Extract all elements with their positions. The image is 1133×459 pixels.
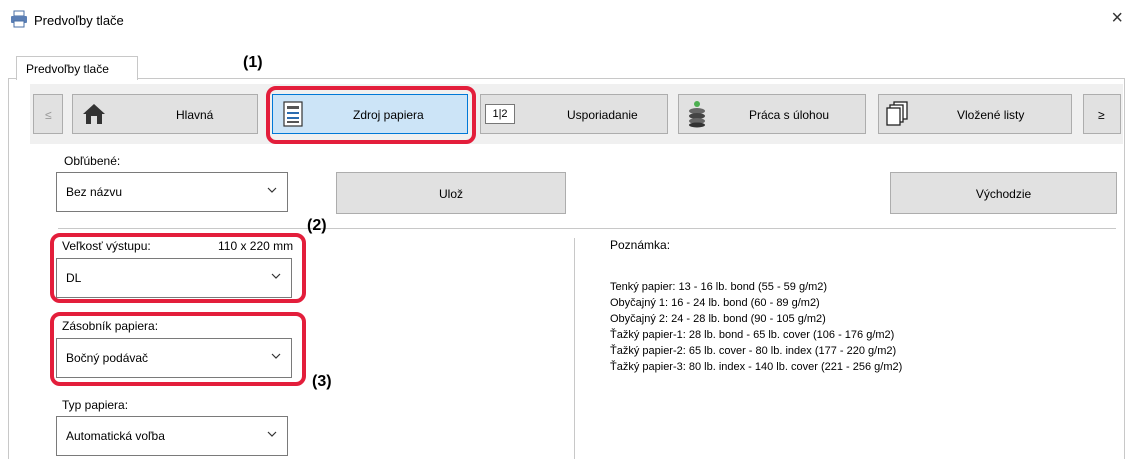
- nav-next-button[interactable]: ≥: [1083, 94, 1121, 134]
- close-button[interactable]: ×: [1111, 8, 1123, 28]
- vertical-divider: [574, 238, 575, 459]
- note-line: Obyčajný 1: 16 - 24 lb. bond (60 - 89 g/…: [610, 297, 820, 309]
- tab-label: Predvoľby tlače: [26, 62, 109, 76]
- chevron-down-icon: [267, 187, 277, 193]
- callout-number-3: (3): [312, 373, 332, 390]
- note-line: Obyčajný 2: 24 - 28 lb. bond (90 - 105 g…: [610, 313, 826, 325]
- title-bar: [0, 0, 1133, 40]
- favorites-select[interactable]: Bez názvu: [56, 172, 288, 212]
- section-divider: [58, 228, 1116, 229]
- nav-button-layout[interactable]: 1|2 Usporiadanie: [480, 94, 668, 134]
- window-title: Predvoľby tlače: [34, 13, 124, 28]
- note-line: Ťažký papier-3: 80 lb. index - 140 lb. c…: [610, 361, 903, 373]
- note-line: Ťažký papier-1: 28 lb. bond - 65 lb. cov…: [610, 329, 895, 341]
- paper-type-label: Typ papiera:: [62, 398, 129, 412]
- callout-frame-1: [266, 86, 476, 144]
- nav-button-job-handling[interactable]: Práca s úlohou: [678, 94, 866, 134]
- callout-frame-3: [50, 312, 306, 386]
- favorites-label: Obľúbené:: [64, 154, 121, 168]
- nav-button-main[interactable]: Hlavná: [72, 94, 258, 134]
- callout-frame-2: [50, 233, 306, 303]
- nav-button-inserted-sheets[interactable]: Vložené listy: [878, 94, 1072, 134]
- printer-icon: [11, 10, 27, 28]
- callout-number-2: (2): [307, 217, 327, 234]
- layout-icon: 1|2: [485, 104, 515, 124]
- tab-print-preferences[interactable]: Predvoľby tlače: [16, 56, 138, 80]
- inserted-sheets-icon: [886, 101, 908, 126]
- note-line: Ťažký papier-2: 65 lb. cover - 80 lb. in…: [610, 345, 897, 357]
- note-line: Tenký papier: 13 - 16 lb. bond (55 - 59 …: [610, 281, 828, 293]
- save-button[interactable]: Ulož: [336, 172, 566, 214]
- home-icon: [83, 104, 105, 124]
- chevron-down-icon: [267, 431, 277, 437]
- nav-prev-button[interactable]: ≤: [33, 94, 63, 134]
- defaults-button[interactable]: Východzie: [890, 172, 1117, 214]
- callout-number-1: (1): [243, 54, 263, 71]
- note-title: Poznámka:: [610, 238, 671, 252]
- job-stack-icon: [689, 101, 705, 128]
- paper-type-select[interactable]: Automatická voľba: [56, 416, 288, 456]
